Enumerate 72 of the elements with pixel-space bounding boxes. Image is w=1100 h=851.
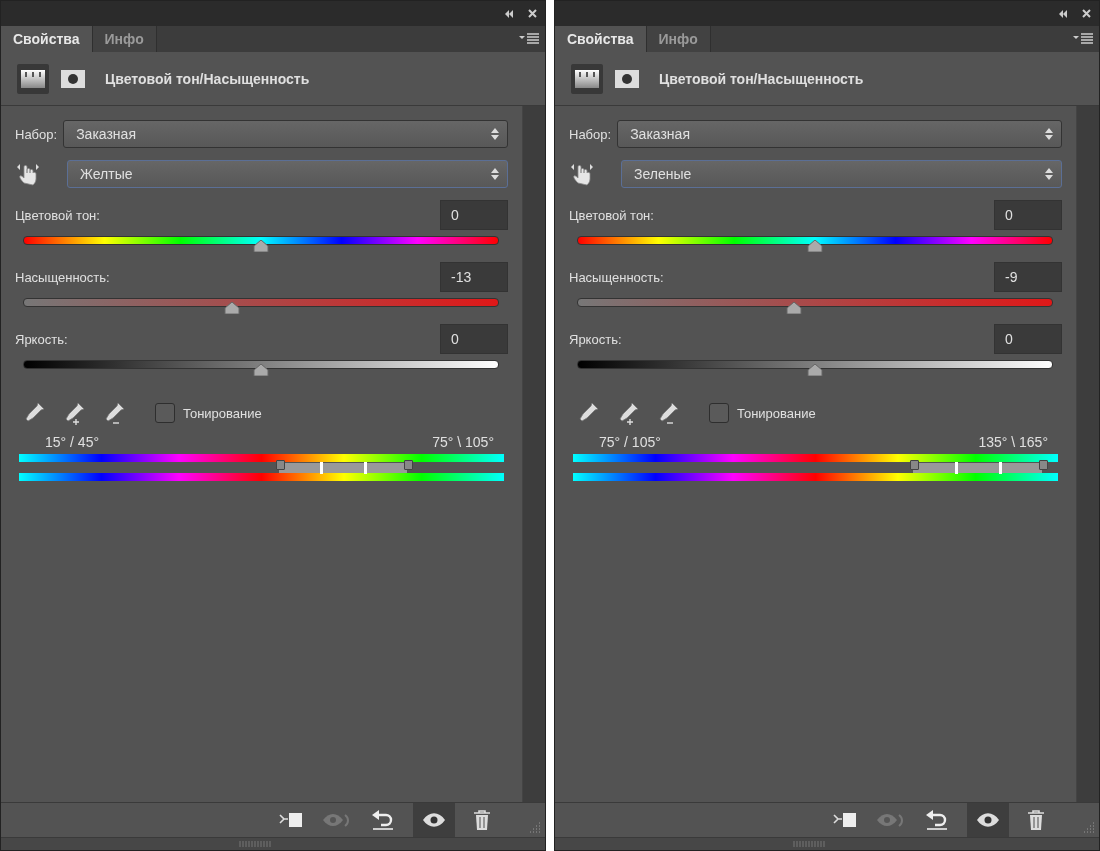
colorize-label: Тонирование	[737, 405, 816, 421]
value-field[interactable]: 0	[994, 200, 1062, 230]
range-handle[interactable]	[275, 460, 285, 470]
panel-title: Цветовой тон/Насыщенность	[659, 70, 864, 87]
slider-thumb[interactable]	[807, 364, 823, 376]
updown-icon	[491, 128, 499, 140]
visibility-button[interactable]	[413, 803, 455, 837]
slider-label: Яркость:	[569, 331, 622, 347]
close-icon[interactable]	[528, 9, 537, 18]
menu-icon[interactable]	[1073, 33, 1093, 45]
range-handle[interactable]	[1039, 460, 1048, 470]
clip-icon[interactable]	[277, 810, 305, 830]
resize-grip-icon[interactable]	[529, 821, 541, 833]
slider-label: Насыщенность:	[569, 269, 664, 285]
updown-icon	[1045, 128, 1053, 140]
panel-tab[interactable]: Свойства	[1, 26, 93, 52]
hand-icon[interactable]	[15, 161, 41, 187]
range-label: 135° \ 165°	[978, 434, 1048, 450]
adjustment-icon[interactable]	[17, 63, 49, 94]
resize-grip-icon[interactable]	[1083, 821, 1095, 833]
range-handle[interactable]	[909, 460, 919, 470]
collapse-icon[interactable]	[504, 9, 514, 18]
range-handle[interactable]	[955, 462, 959, 474]
slider-thumb[interactable]	[253, 240, 269, 252]
scrollbar[interactable]	[1076, 106, 1099, 802]
value-field[interactable]: -13	[440, 262, 508, 292]
panel-title: Цветовой тон/Насыщенность	[105, 70, 310, 87]
preset-label: Набор:	[15, 126, 58, 142]
colorize-label: Тонирование	[183, 405, 262, 421]
eye-icon	[976, 812, 1000, 828]
collapse-icon[interactable]	[1058, 9, 1068, 18]
hand-icon[interactable]	[569, 161, 595, 187]
range-label: 15° / 45°	[45, 434, 99, 450]
panel-tab[interactable]: Инфо	[92, 26, 157, 52]
channel-dropdown[interactable]: Зеленые	[621, 160, 1062, 188]
slider-thumb[interactable]	[253, 364, 269, 376]
slider-label: Яркость:	[15, 331, 68, 347]
menu-icon[interactable]	[519, 33, 539, 45]
value-field[interactable]: 0	[440, 200, 508, 230]
colorize-checkbox[interactable]	[155, 403, 175, 423]
range-handle[interactable]	[404, 460, 413, 470]
range-handle[interactable]	[319, 462, 323, 474]
clip-icon[interactable]	[831, 810, 859, 830]
slider-thumb[interactable]	[224, 302, 241, 314]
scrollbar[interactable]	[522, 106, 545, 802]
panel-tab[interactable]: Свойства	[555, 26, 647, 52]
visibility-button[interactable]	[967, 803, 1009, 837]
slider-thumb[interactable]	[807, 240, 823, 252]
channel-dropdown[interactable]: Желтые	[67, 160, 508, 188]
slider-label: Цветовой тон:	[569, 207, 654, 223]
value-field[interactable]: -9	[994, 262, 1062, 292]
range-handle[interactable]	[998, 462, 1002, 474]
trash-icon[interactable]	[471, 809, 493, 831]
updown-icon	[1045, 168, 1053, 180]
panel-tab[interactable]: Инфо	[646, 26, 711, 52]
preset-label: Набор:	[569, 126, 612, 142]
range-label: 75° / 105°	[599, 434, 661, 450]
trash-icon[interactable]	[1025, 809, 1047, 831]
slider-label: Цветовой тон:	[15, 207, 100, 223]
updown-icon	[491, 168, 499, 180]
eye-icon	[422, 812, 446, 828]
value-field[interactable]: 0	[994, 324, 1062, 354]
adjustment-icon[interactable]	[571, 63, 603, 94]
preset-dropdown[interactable]: Заказная	[63, 120, 508, 148]
range-handle[interactable]	[363, 462, 367, 474]
value-field[interactable]: 0	[440, 324, 508, 354]
slider-thumb[interactable]	[786, 302, 803, 314]
range-label: 75° \ 105°	[432, 434, 494, 450]
close-icon[interactable]	[1082, 9, 1091, 18]
colorize-checkbox[interactable]	[709, 403, 729, 423]
slider-label: Насыщенность:	[15, 269, 110, 285]
preset-dropdown[interactable]: Заказная	[617, 120, 1062, 148]
